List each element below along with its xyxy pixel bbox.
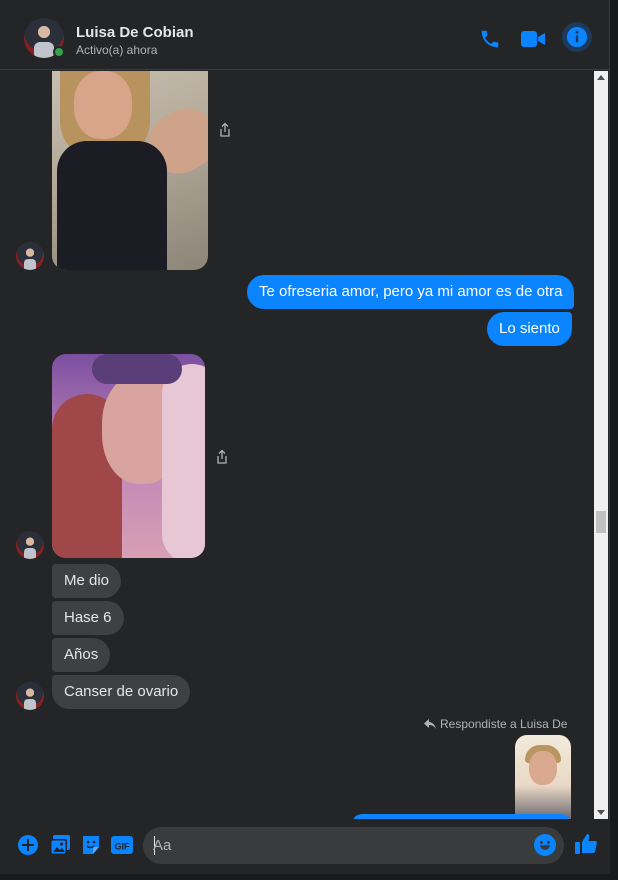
message-list[interactable]: Te ofreseria amor, pero ya mi amor es de… <box>0 71 594 819</box>
share-icon[interactable] <box>217 122 233 138</box>
gif-label: GIF <box>115 842 131 852</box>
reply-arrow-icon <box>424 719 436 729</box>
gif-icon[interactable]: GIF <box>110 833 134 857</box>
thumbs-up-icon[interactable] <box>574 832 598 856</box>
reply-indicator: Respondiste a Luisa De <box>424 717 567 731</box>
emoji-icon[interactable] <box>534 834 556 856</box>
scroll-up-arrow[interactable] <box>597 75 605 80</box>
shared-photo[interactable] <box>52 354 205 558</box>
message-composer: GIF <box>0 819 610 874</box>
outgoing-message[interactable]: Te ofreseria amor, pero ya mi amor es de… <box>247 275 575 309</box>
video-icon[interactable] <box>520 26 546 52</box>
replied-photo-preview[interactable] <box>515 735 571 819</box>
scroll-down-arrow[interactable] <box>597 810 605 815</box>
sticker-icon[interactable] <box>79 833 103 857</box>
contact-avatar-small[interactable] <box>16 682 44 710</box>
contact-avatar-small[interactable] <box>16 242 44 270</box>
shared-photo[interactable] <box>52 71 208 270</box>
scrollbar[interactable] <box>594 71 608 819</box>
message-input-box[interactable] <box>143 827 564 864</box>
image-icon[interactable] <box>48 833 72 857</box>
incoming-message[interactable]: Canser de ovario <box>52 675 191 709</box>
contact-name[interactable]: Luisa De Cobian <box>76 24 194 41</box>
incoming-message[interactable]: Hase 6 <box>52 601 124 635</box>
reply-indicator-text: Respondiste a Luisa De <box>440 717 568 731</box>
share-icon[interactable] <box>214 449 230 465</box>
messenger-window: Luisa De Cobian Activo(a) ahora Te ofres… <box>0 0 610 874</box>
message-input[interactable] <box>153 827 523 864</box>
incoming-message[interactable]: Años <box>52 638 111 672</box>
incoming-message[interactable]: Me dio <box>52 564 122 598</box>
outgoing-message[interactable]: Lo siento <box>487 312 572 346</box>
phone-icon[interactable] <box>477 26 503 52</box>
chat-header: Luisa De Cobian Activo(a) ahora <box>0 8 610 70</box>
online-status-dot <box>53 46 65 58</box>
contact-status: Activo(a) ahora <box>76 43 158 57</box>
plus-icon[interactable] <box>16 833 40 857</box>
contact-avatar-small[interactable] <box>16 531 44 559</box>
scrollbar-thumb[interactable] <box>596 511 606 533</box>
info-icon[interactable] <box>562 22 592 52</box>
